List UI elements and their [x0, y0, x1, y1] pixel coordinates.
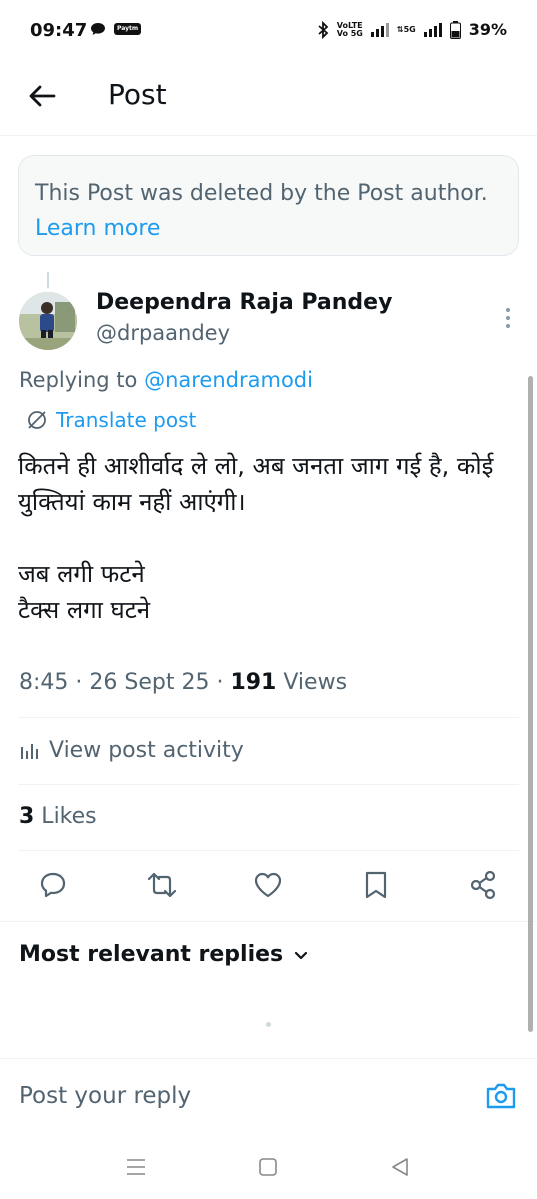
back-button[interactable]	[26, 80, 58, 112]
back-triangle-icon	[392, 1158, 408, 1176]
status-bar: 09:47 Paytm VoLTE Vo 5G ⇅5G 39%	[0, 0, 537, 62]
thread-connector-line	[47, 272, 49, 288]
loading-indicator	[266, 1022, 271, 1027]
replies-sort-dropdown[interactable]: Most relevant replies	[19, 942, 309, 967]
top-app-bar: Post	[0, 62, 537, 136]
home-button[interactable]	[256, 1155, 280, 1179]
translate-label: Translate post	[56, 408, 197, 432]
bookmark-icon	[365, 871, 387, 899]
share-icon	[470, 870, 496, 900]
system-back-button[interactable]	[388, 1155, 412, 1179]
divider	[0, 921, 537, 922]
translate-icon	[28, 411, 46, 429]
chat-bubble-icon	[91, 23, 105, 35]
likes-count-link[interactable]: 3 Likes	[19, 804, 97, 829]
more-dot-icon	[506, 308, 510, 312]
author-name[interactable]: Deependra Raja Pandey	[96, 290, 392, 315]
signal-bars-icon	[370, 22, 389, 37]
learn-more-link[interactable]: Learn more	[35, 216, 160, 241]
post-timestamp[interactable]: 8:45 · 26 Sept 25 ·	[19, 670, 230, 695]
more-options-button[interactable]	[498, 304, 518, 332]
post-body-text: कितने ही आशीर्वाद ले लो, अब जनता जाग गई …	[18, 452, 494, 624]
divider	[18, 850, 519, 851]
likes-count: 3	[19, 804, 35, 829]
arrow-left-icon	[29, 85, 56, 107]
more-dot-icon	[506, 324, 510, 328]
likes-label: Likes	[34, 804, 97, 829]
views-count: 191	[230, 670, 277, 695]
avatar-photo	[19, 292, 77, 350]
translate-post-button[interactable]: Translate post	[26, 408, 196, 432]
status-notification-icons: Paytm	[90, 22, 142, 36]
like-button[interactable]	[253, 870, 283, 900]
replying-to: Replying to @narendramodi	[19, 368, 313, 392]
signal-bars-2-icon	[423, 22, 442, 37]
menu-lines-icon	[127, 1159, 145, 1175]
author-handle[interactable]: @drpaandey	[96, 321, 230, 345]
paytm-icon: Paytm	[114, 23, 142, 35]
replying-prefix: Replying to	[19, 368, 145, 392]
repost-icon	[147, 872, 177, 898]
like-icon	[254, 872, 282, 898]
home-square-icon	[259, 1158, 277, 1176]
volte-indicator: VoLTE Vo 5G	[336, 20, 363, 38]
battery-percent: 39%	[468, 20, 507, 39]
network-type-indicator: ⇅5G	[396, 24, 416, 34]
divider	[18, 784, 519, 785]
view-post-activity-button[interactable]: View post activity	[19, 738, 244, 763]
deleted-post-notice: This Post was deleted by the Post author…	[18, 155, 519, 256]
scrollbar[interactable]	[528, 376, 533, 1032]
repost-button[interactable]	[146, 870, 177, 900]
reply-button[interactable]	[38, 870, 68, 900]
replies-sort-label: Most relevant replies	[19, 942, 284, 967]
camera-button[interactable]	[484, 1081, 518, 1111]
battery-icon	[449, 20, 461, 39]
replying-mention-link[interactable]: @narendramodi	[144, 368, 313, 392]
view-post-activity-label: View post activity	[49, 738, 244, 763]
page-title: Post	[108, 78, 167, 111]
status-time: 09:47	[30, 20, 88, 41]
status-system-icons: VoLTE Vo 5G ⇅5G 39%	[317, 20, 507, 39]
post-action-bar	[0, 862, 537, 910]
reply-icon	[40, 872, 66, 898]
reply-input[interactable]: Post your reply	[19, 1083, 191, 1109]
reply-composer-bar: Post your reply	[0, 1058, 537, 1128]
camera-icon	[486, 1083, 516, 1109]
avatar[interactable]	[19, 292, 77, 350]
bookmark-button[interactable]	[362, 870, 392, 900]
divider	[18, 717, 519, 718]
views-label: Views	[276, 670, 348, 695]
post-metadata: 8:45 · 26 Sept 25 · 191 Views	[19, 670, 347, 695]
chevron-down-icon	[295, 951, 308, 959]
deleted-notice-text: This Post was deleted by the Post author…	[35, 181, 488, 206]
bluetooth-icon	[318, 20, 329, 39]
share-button[interactable]	[468, 870, 498, 900]
more-dot-icon	[506, 316, 510, 320]
system-navigation-bar	[0, 1135, 537, 1199]
analytics-icon	[21, 743, 38, 759]
recent-apps-button[interactable]	[124, 1155, 148, 1179]
